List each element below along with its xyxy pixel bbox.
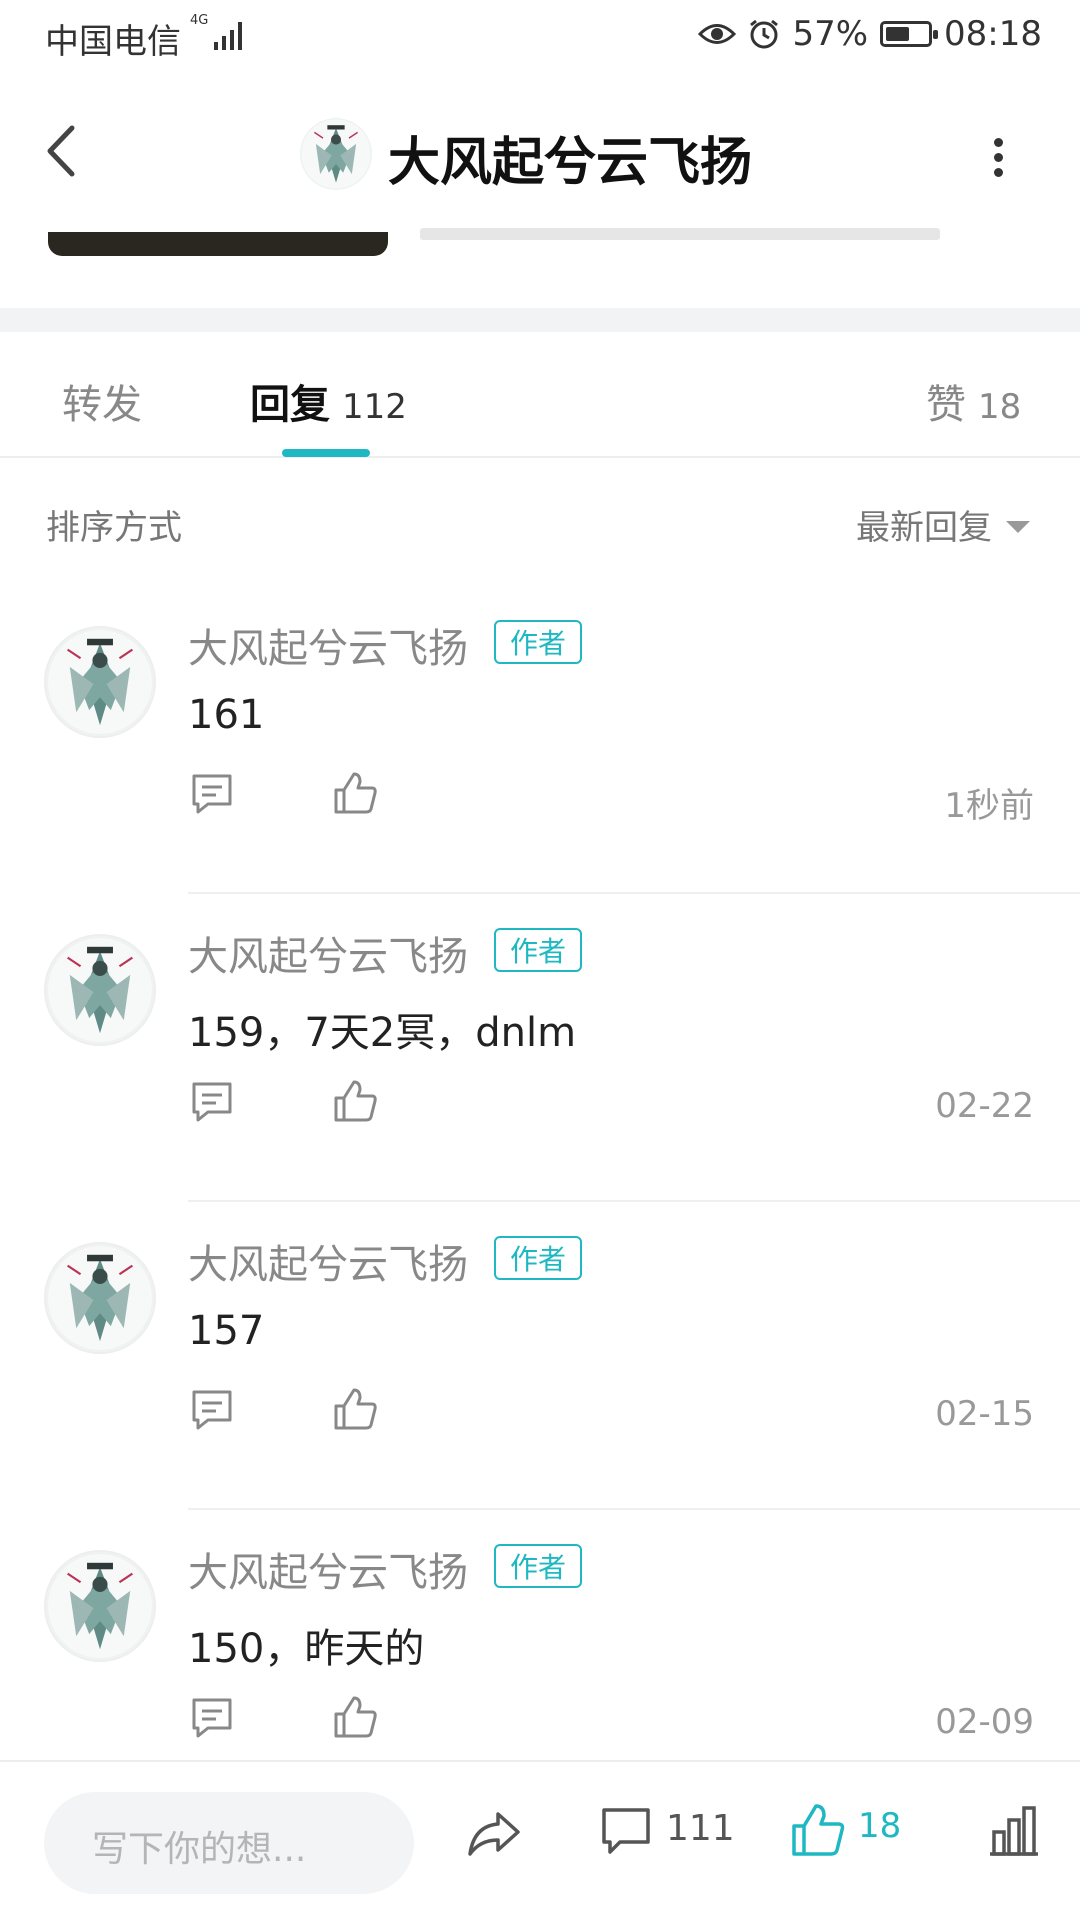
more-vertical-icon[interactable] [980,132,1016,182]
like-icon[interactable] [332,1386,378,1432]
carrier-label: 中国电信 [45,22,181,62]
author-badge: 作者 [494,1544,583,1588]
clock: 08:18 [944,14,1042,54]
sort-label: 排序方式 [46,508,182,548]
comment-text: 150，昨天的 [188,1626,425,1672]
comment-input-placeholder: 写下你的想... [92,1829,307,1870]
comment-item: 大风起兮云飞扬 作者 161 1秒前 [0,586,1080,894]
battery-icon [880,21,939,47]
comment-author[interactable]: 大风起兮云飞扬 [188,616,468,674]
back-arrow-icon[interactable] [38,120,88,182]
tab-label: 赞 [926,382,966,428]
tab-count: 18 [978,387,1022,427]
sort-row: 排序方式 最新回复 [0,456,1080,586]
post-image-thumbnail[interactable] [48,232,388,256]
avatar[interactable] [44,1242,156,1354]
avatar[interactable] [44,1550,156,1662]
comment-time: 1秒前 [944,786,1034,826]
comment-time: 02-09 [935,1702,1034,1742]
tab-bar: 转发 回复 112 赞 18 [0,332,1080,458]
stats-icon[interactable] [986,1802,1042,1858]
comment-author[interactable]: 大风起兮云飞扬 [188,1540,468,1598]
like-count: 18 [858,1806,902,1846]
reply-icon[interactable] [190,772,234,816]
comment-author[interactable]: 大风起兮云飞扬 [188,1232,468,1290]
comment-time: 02-15 [935,1394,1034,1434]
comment-text: 159，7天2冥，dnlm [188,1010,577,1056]
comment-time: 02-22 [935,1086,1034,1126]
share-icon[interactable] [466,1806,522,1862]
top-app-bar: 大风起兮云飞扬 [0,76,1080,232]
section-divider [0,308,1080,332]
like-icon[interactable] [332,770,378,816]
author-badge: 作者 [494,620,583,664]
post-meta-peek [420,228,940,240]
tab-replies[interactable]: 回复 112 [250,372,407,430]
like-icon[interactable] [332,1078,378,1124]
sort-value: 最新回复 [856,508,992,548]
like-icon[interactable] [790,1802,846,1858]
bottom-action-bar: 写下你的想... 111 18 [0,1760,1080,1922]
comment-icon[interactable] [600,1806,652,1858]
comment-text: 157 [188,1308,265,1354]
tab-likes[interactable]: 赞 18 [926,372,1021,430]
reply-icon[interactable] [190,1080,234,1124]
header-avatar[interactable] [300,118,372,190]
author-badge: 作者 [494,1236,583,1280]
comment-count: 111 [666,1808,735,1849]
comment-text: 161 [188,692,265,738]
tab-label: 转发 [62,382,142,428]
author-badge: 作者 [494,928,583,972]
alarm-icon [750,19,779,49]
tab-forward[interactable]: 转发 [62,372,142,430]
tab-count: 112 [342,387,407,427]
avatar[interactable] [44,934,156,1046]
signal-icon [214,22,242,50]
comment-item: 大风起兮云飞扬 作者 159，7天2冥，dnlm 02-22 [0,894,1080,1202]
caret-down-icon [1006,520,1030,533]
reply-icon[interactable] [190,1696,234,1740]
comment-item: 大风起兮云飞扬 作者 157 02-15 [0,1202,1080,1510]
sort-dropdown[interactable]: 最新回复 [856,500,1030,549]
like-icon[interactable] [332,1694,378,1740]
status-bar: 中国电信 4G 57% 08:18 [0,0,1080,76]
comment-input[interactable]: 写下你的想... [44,1792,414,1894]
page-title: 大风起兮云飞扬 [388,133,753,193]
comment-author[interactable]: 大风起兮云飞扬 [188,924,468,982]
avatar[interactable] [44,626,156,738]
tab-label: 回复 [250,382,330,428]
reply-icon[interactable] [190,1388,234,1432]
network-type-label: 4G [190,13,209,28]
eye-icon [698,24,737,44]
battery-percent: 57% [792,14,869,54]
